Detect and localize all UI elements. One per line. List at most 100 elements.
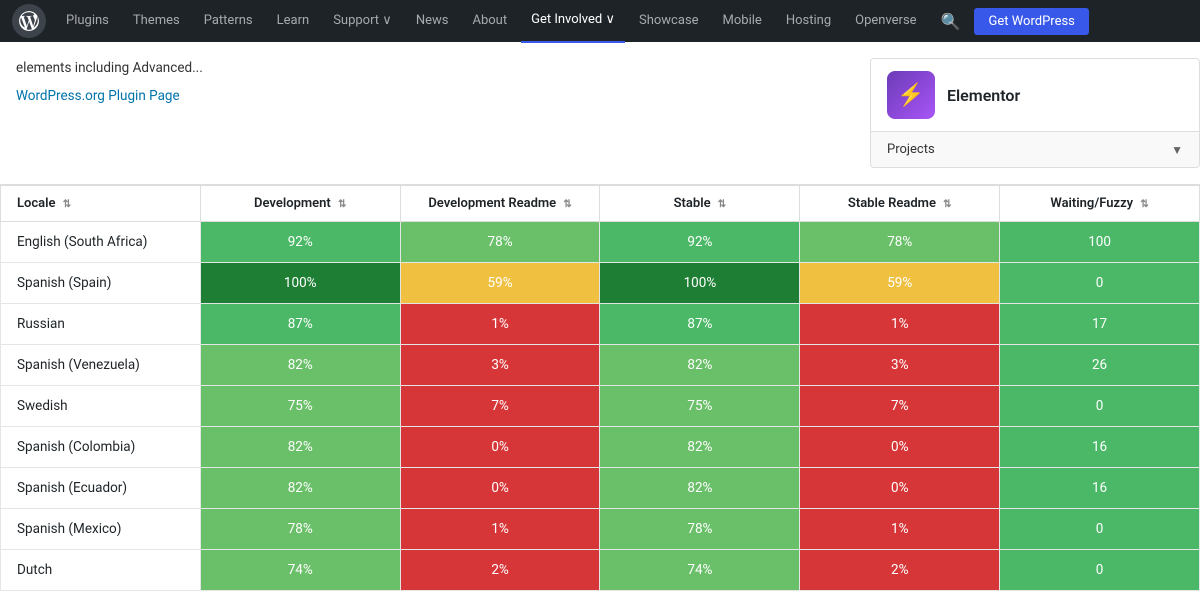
nav-themes[interactable]: Themes — [123, 0, 190, 42]
cell-development: 78% — [200, 509, 400, 550]
nav-about[interactable]: About — [462, 0, 517, 42]
cell-waiting: 100 — [1000, 222, 1200, 263]
cell-locale: English (South Africa) — [1, 222, 201, 263]
cell-development: 100% — [200, 263, 400, 304]
cell-stable: 100% — [600, 263, 800, 304]
nav-support[interactable]: Support ∨ — [323, 0, 402, 42]
wordpress-logo[interactable] — [12, 4, 46, 38]
plugin-card-container: ⚡ Elementor Projects ▼ — [870, 58, 1200, 168]
table-row: Spanish (Mexico)78%1%78%1%0 — [1, 509, 1200, 550]
search-icon[interactable]: 🔍 — [931, 12, 971, 31]
projects-label: Projects — [887, 142, 935, 157]
plugin-icon-emoji: ⚡ — [897, 83, 924, 108]
sort-icon-stable-readme: ⇅ — [943, 199, 951, 210]
col-stable[interactable]: Stable ⇅ — [600, 186, 800, 222]
nav-plugins[interactable]: Plugins — [56, 0, 119, 42]
nav-showcase[interactable]: Showcase — [629, 0, 709, 42]
cell-stable: 74% — [600, 550, 800, 591]
cell-dev-readme: 0% — [400, 427, 600, 468]
cell-development: 82% — [200, 468, 400, 509]
col-development[interactable]: Development ⇅ — [200, 186, 400, 222]
cell-waiting: 16 — [1000, 427, 1200, 468]
main-content: elements including Advanced... WordPress… — [0, 42, 1200, 591]
table-row: Spanish (Ecuador)82%0%82%0%16 — [1, 468, 1200, 509]
col-locale[interactable]: Locale ⇅ — [1, 186, 201, 222]
cell-stable: 75% — [600, 386, 800, 427]
cell-locale: Spanish (Ecuador) — [1, 468, 201, 509]
nav-openverse[interactable]: Openverse — [845, 0, 926, 42]
cell-development: 92% — [200, 222, 400, 263]
sort-icon-stable: ⇅ — [718, 199, 726, 210]
top-area: elements including Advanced... WordPress… — [0, 42, 1200, 184]
cell-development: 87% — [200, 304, 400, 345]
cell-stable-readme: 0% — [800, 427, 1000, 468]
col-stable-readme[interactable]: Stable Readme ⇅ — [800, 186, 1000, 222]
nav-get-involved[interactable]: Get Involved ∨ — [521, 0, 625, 43]
cell-stable: 78% — [600, 509, 800, 550]
description-text: elements including Advanced... — [16, 58, 830, 78]
cell-waiting: 0 — [1000, 263, 1200, 304]
table-row: Spanish (Spain)100%59%100%59%0 — [1, 263, 1200, 304]
cell-waiting: 26 — [1000, 345, 1200, 386]
cell-stable-readme: 78% — [800, 222, 1000, 263]
cell-stable: 82% — [600, 427, 800, 468]
nav-mobile[interactable]: Mobile — [713, 0, 772, 42]
cell-development: 74% — [200, 550, 400, 591]
cell-development: 75% — [200, 386, 400, 427]
cell-dev-readme: 1% — [400, 304, 600, 345]
nav-news[interactable]: News — [406, 0, 459, 42]
navigation-bar: Plugins Themes Patterns Learn Support ∨ … — [0, 0, 1200, 42]
table-row: Swedish75%7%75%7%0 — [1, 386, 1200, 427]
cell-stable: 87% — [600, 304, 800, 345]
table-row: Spanish (Venezuela)82%3%82%3%26 — [1, 345, 1200, 386]
nav-right-actions: 🔍 Get WordPress — [931, 8, 1089, 35]
cell-stable-readme: 3% — [800, 345, 1000, 386]
cell-locale: Spanish (Colombia) — [1, 427, 201, 468]
table-row: Russian87%1%87%1%17 — [1, 304, 1200, 345]
table-header-row: Locale ⇅ Development ⇅ Development Readm… — [1, 186, 1200, 222]
cell-stable-readme: 1% — [800, 304, 1000, 345]
plugin-page-link[interactable]: WordPress.org Plugin Page — [16, 88, 180, 104]
cell-stable: 82% — [600, 345, 800, 386]
cell-waiting: 0 — [1000, 550, 1200, 591]
table-row: English (South Africa)92%78%92%78%100 — [1, 222, 1200, 263]
cell-dev-readme: 59% — [400, 263, 600, 304]
projects-dropdown[interactable]: Projects ▼ — [871, 131, 1199, 167]
col-waiting[interactable]: Waiting/Fuzzy ⇅ — [1000, 186, 1200, 222]
cell-stable-readme: 2% — [800, 550, 1000, 591]
plugin-card: ⚡ Elementor — [871, 59, 1199, 131]
plugin-name: Elementor — [947, 86, 1020, 105]
cell-dev-readme: 0% — [400, 468, 600, 509]
cell-stable-readme: 1% — [800, 509, 1000, 550]
cell-dev-readme: 78% — [400, 222, 600, 263]
cell-development: 82% — [200, 345, 400, 386]
table-row: Dutch74%2%74%2%0 — [1, 550, 1200, 591]
translation-table-container: Locale ⇅ Development ⇅ Development Readm… — [0, 184, 1200, 591]
cell-locale: Swedish — [1, 386, 201, 427]
chevron-down-icon: ▼ — [1171, 143, 1183, 157]
nav-learn[interactable]: Learn — [267, 0, 320, 42]
get-wordpress-button[interactable]: Get WordPress — [974, 8, 1088, 35]
cell-dev-readme: 3% — [400, 345, 600, 386]
sort-icon-dev-readme: ⇅ — [563, 199, 571, 210]
sort-icon-development: ⇅ — [338, 199, 346, 210]
cell-waiting: 16 — [1000, 468, 1200, 509]
nav-hosting[interactable]: Hosting — [776, 0, 841, 42]
cell-waiting: 17 — [1000, 304, 1200, 345]
cell-locale: Spanish (Mexico) — [1, 509, 201, 550]
cell-waiting: 0 — [1000, 386, 1200, 427]
cell-waiting: 0 — [1000, 509, 1200, 550]
sort-icon-locale: ⇅ — [63, 199, 71, 210]
cell-development: 82% — [200, 427, 400, 468]
cell-stable: 92% — [600, 222, 800, 263]
cell-stable: 82% — [600, 468, 800, 509]
cell-stable-readme: 7% — [800, 386, 1000, 427]
cell-dev-readme: 1% — [400, 509, 600, 550]
cell-dev-readme: 2% — [400, 550, 600, 591]
table-row: Spanish (Colombia)82%0%82%0%16 — [1, 427, 1200, 468]
nav-patterns[interactable]: Patterns — [194, 0, 263, 42]
plugin-icon: ⚡ — [887, 71, 935, 119]
translation-table: Locale ⇅ Development ⇅ Development Readm… — [0, 185, 1200, 591]
cell-locale: Spanish (Spain) — [1, 263, 201, 304]
col-dev-readme[interactable]: Development Readme ⇅ — [400, 186, 600, 222]
